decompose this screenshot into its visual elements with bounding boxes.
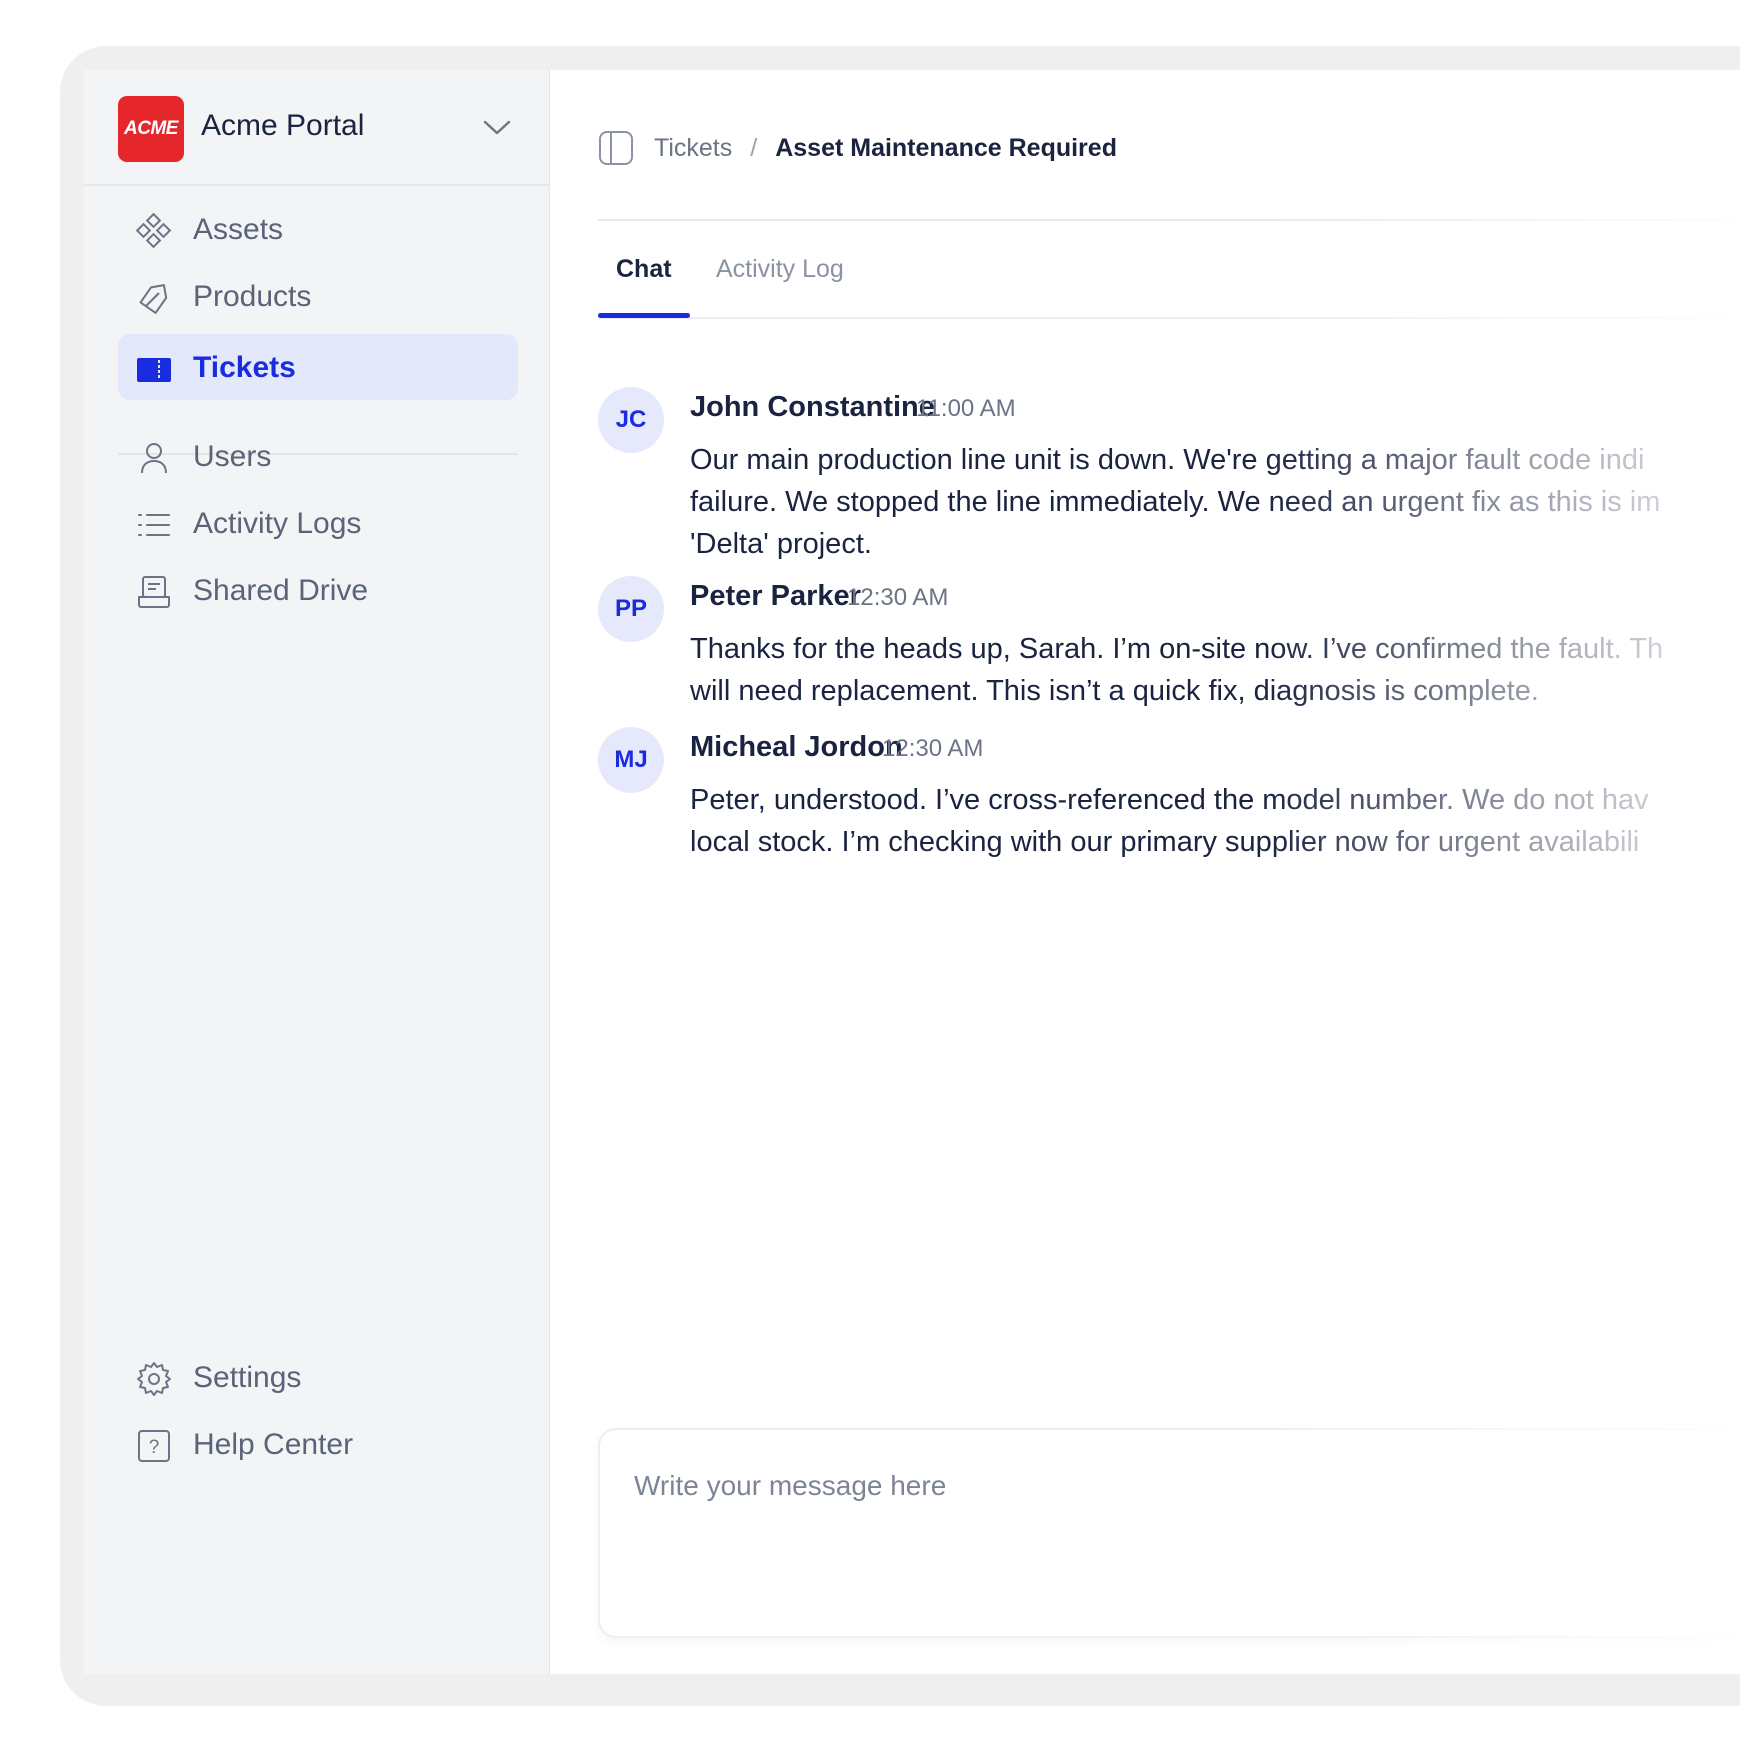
sidebar: ACME Acme Portal Assets Products Tickets… — [84, 70, 550, 1674]
breadcrumb: Tickets / Asset Maintenance Required — [598, 128, 1117, 168]
tab-chat[interactable]: Chat — [616, 255, 672, 284]
message-text: Thanks for the heads up, Sarah. I’m on-s… — [690, 633, 1664, 707]
app-window: ACME Acme Portal Assets Products Tickets… — [84, 70, 1740, 1674]
sidebar-item-assets[interactable]: Assets — [118, 196, 518, 262]
message-time: 12:30 AM — [847, 584, 949, 611]
drive-icon — [138, 576, 170, 608]
sidebar-toggle-icon[interactable] — [598, 130, 634, 166]
help-icon: ? — [138, 1430, 170, 1462]
svg-text:?: ? — [149, 1437, 160, 1458]
tab-activity-log[interactable]: Activity Log — [716, 255, 844, 284]
ticket-icon — [137, 358, 171, 382]
message-time: 12:30 AM — [882, 735, 984, 762]
workspace-name: Acme Portal — [201, 109, 365, 142]
sidebar-item-tickets[interactable]: Tickets — [118, 334, 518, 400]
message-author: Peter Parker — [690, 580, 861, 612]
tag-icon — [139, 284, 168, 314]
message-author: Micheal Jordon — [690, 731, 903, 763]
tab-bar: Chat Activity Log — [598, 221, 1740, 319]
message-text: Our main production line unit is down. W… — [690, 444, 1661, 560]
assets-icon — [136, 213, 172, 249]
workspace-switcher[interactable]: ACME Acme Portal — [84, 70, 550, 186]
sidebar-item-label: Activity Logs — [193, 507, 362, 540]
sidebar-item-products[interactable]: Products — [118, 263, 518, 329]
sidebar-item-label: Tickets — [193, 351, 296, 384]
sidebar-item-label: Assets — [193, 213, 284, 246]
active-tab-indicator — [598, 313, 690, 318]
user-icon — [141, 443, 167, 474]
message-author: John Constantine — [690, 391, 935, 423]
acme-logo: ACME — [118, 96, 184, 162]
breadcrumb-tickets-link[interactable]: Tickets — [654, 134, 732, 163]
message-time: 11:00 AM — [916, 395, 1016, 422]
sidebar-item-activity-logs[interactable]: Activity Logs — [118, 490, 518, 556]
avatar: MJ — [598, 727, 664, 793]
message-text: Peter, understood. I’ve cross-referenced… — [690, 784, 1649, 858]
sidebar-item-shared-drive[interactable]: Shared Drive — [118, 557, 518, 623]
sidebar-item-help-center[interactable]: ? Help Center — [118, 1411, 518, 1477]
sidebar-item-label: Settings — [193, 1361, 302, 1394]
avatar: PP — [598, 576, 664, 642]
message-input[interactable] — [634, 1470, 1734, 1610]
message-composer — [598, 1428, 1740, 1638]
breadcrumb-current: Asset Maintenance Required — [775, 133, 1117, 162]
breadcrumb-separator: / — [750, 133, 758, 162]
avatar: JC — [598, 387, 664, 453]
sidebar-item-label: Help Center — [193, 1428, 354, 1461]
sidebar-item-settings[interactable]: Settings — [118, 1344, 518, 1410]
sidebar-item-label: Shared Drive — [193, 574, 369, 607]
gear-icon — [137, 1362, 171, 1396]
sidebar-item-label: Products — [193, 280, 312, 313]
sidebar-item-label: Users — [193, 440, 272, 473]
chevron-down-icon[interactable] — [480, 114, 514, 140]
main-content: Tickets / Asset Maintenance Required Cha… — [550, 70, 1740, 1674]
list-icon — [138, 514, 170, 536]
sidebar-item-users[interactable]: Users — [118, 423, 518, 489]
